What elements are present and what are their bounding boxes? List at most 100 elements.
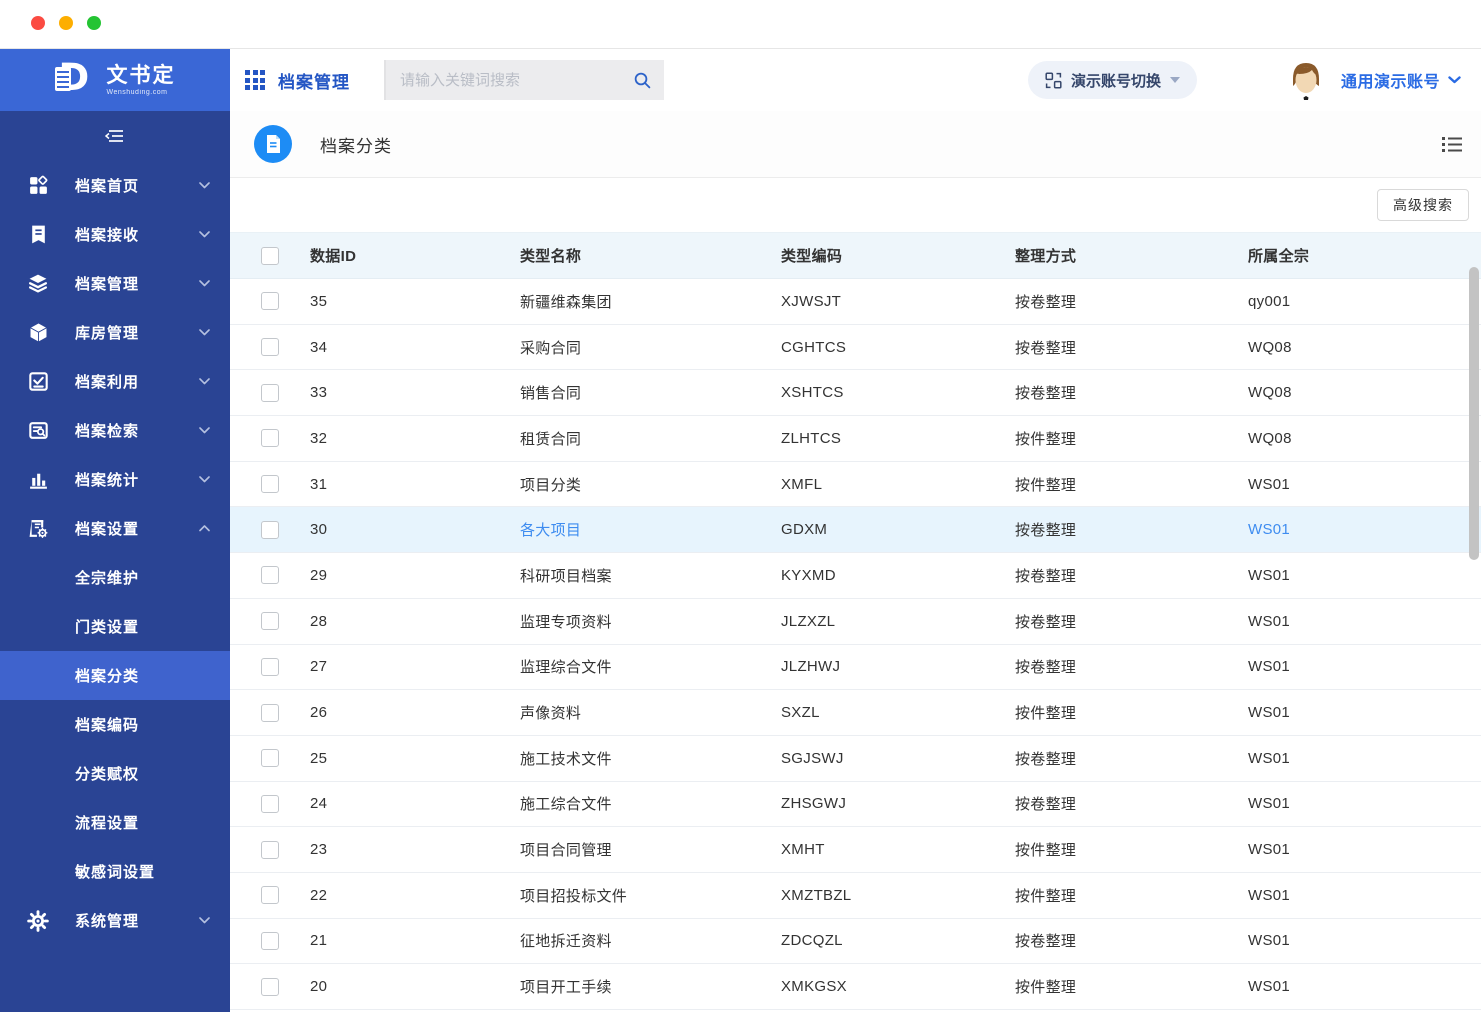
type-code: KYXMD <box>781 566 836 584</box>
sidebar-subitem[interactable]: 全宗维护 <box>0 553 230 602</box>
row-checkbox-cell <box>230 338 310 357</box>
sidebar-item[interactable]: 系统管理 <box>0 896 230 945</box>
sidebar-item[interactable]: 库房管理 <box>0 308 230 357</box>
type-name: 采购合同 <box>520 339 582 357</box>
table-row[interactable]: 32 租赁合同 ZLHTCS 按件整理 WQ08 <box>230 416 1481 462</box>
type-name: 科研项目档案 <box>520 567 612 585</box>
row-checkbox-cell <box>230 977 310 996</box>
row-checkbox[interactable] <box>261 977 279 996</box>
list-view-button[interactable] <box>1441 135 1481 154</box>
doc-gear-icon <box>27 518 49 540</box>
sidebar-item[interactable]: 档案检索 <box>0 406 230 455</box>
fonds-link[interactable]: WS01 <box>1248 521 1481 538</box>
account-menu[interactable]: 通用演示账号 <box>1341 68 1461 92</box>
row-id: 31 <box>310 475 328 493</box>
row-checkbox[interactable] <box>261 657 279 676</box>
table-row[interactable]: 24 施工综合文件 ZHSGWJ 按卷整理 WS01 <box>230 782 1481 828</box>
row-checkbox[interactable] <box>261 703 279 722</box>
sidebar-item[interactable]: 档案统计 <box>0 455 230 504</box>
row-checkbox-cell <box>230 520 310 539</box>
table-row[interactable]: 34 采购合同 CGHTCS 按卷整理 WQ08 <box>230 325 1481 371</box>
chevron-down-icon <box>199 427 210 434</box>
sidebar-subitem[interactable]: 分类赋权 <box>0 749 230 798</box>
method: 按卷整理 <box>1015 796 1077 814</box>
vertical-scrollbar[interactable] <box>1469 267 1479 560</box>
search-icon[interactable] <box>633 71 652 90</box>
user-avatar[interactable] <box>1287 59 1325 101</box>
type-name: 监理专项资料 <box>520 613 612 631</box>
table-row[interactable]: 20 项目开工手续 XMKGSX 按件整理 WS01 <box>230 964 1481 1010</box>
row-id: 33 <box>310 384 328 402</box>
table-row[interactable]: 31 项目分类 XMFL 按件整理 WS01 <box>230 462 1481 508</box>
row-id: 27 <box>310 658 328 676</box>
table-row[interactable]: 30 各大项目 GDXM 按卷整理 WS01 <box>230 507 1481 554</box>
sidebar-item[interactable]: 档案接收 <box>0 210 230 259</box>
table-row[interactable]: 28 监理专项资料 JLZXZL 按卷整理 WS01 <box>230 599 1481 645</box>
row-id: 22 <box>310 886 328 904</box>
row-checkbox[interactable] <box>261 840 279 859</box>
table-row[interactable]: 23 项目合同管理 XMHT 按件整理 WS01 <box>230 827 1481 873</box>
sidebar-item[interactable]: 档案管理 <box>0 259 230 308</box>
chevron-down-icon <box>199 476 210 483</box>
sidebar-subitem[interactable]: 档案编码 <box>0 700 230 749</box>
type-code: XJWSJT <box>781 292 842 310</box>
sidebar-item-label: 档案检索 <box>75 423 140 440</box>
sidebar-item-label: 档案接收 <box>75 227 140 244</box>
row-checkbox[interactable] <box>261 612 279 631</box>
fonds: WS01 <box>1248 612 1291 630</box>
row-checkbox[interactable] <box>261 338 279 357</box>
table-row[interactable]: 26 声像资料 SXZL 按件整理 WS01 <box>230 690 1481 736</box>
table-row[interactable]: 29 科研项目档案 KYXMD 按卷整理 WS01 <box>230 553 1481 599</box>
sidebar-item[interactable]: 档案设置 <box>0 504 230 553</box>
sidebar-subitem[interactable]: 档案分类 <box>0 651 230 700</box>
row-checkbox[interactable] <box>261 931 279 950</box>
row-checkbox-cell <box>230 383 310 402</box>
window-close-button[interactable] <box>31 16 45 30</box>
chevron-down-icon <box>1448 76 1461 84</box>
search-input[interactable] <box>398 70 633 90</box>
sidebar-fold-button[interactable] <box>0 111 230 161</box>
row-checkbox[interactable] <box>261 429 279 448</box>
sidebar-item[interactable]: 档案首页 <box>0 161 230 210</box>
chevron-down-icon <box>199 231 210 238</box>
table-row[interactable]: 25 施工技术文件 SGJSWJ 按卷整理 WS01 <box>230 736 1481 782</box>
table-row[interactable]: 35 新疆维森集团 XJWSJT 按卷整理 qy001 <box>230 279 1481 325</box>
type-name-link[interactable]: 各大项目 <box>520 519 781 540</box>
row-checkbox[interactable] <box>261 475 279 494</box>
table-row[interactable]: 33 销售合同 XSHTCS 按卷整理 WQ08 <box>230 370 1481 417</box>
type-code: XMZTBZL <box>781 886 852 904</box>
window-zoom-button[interactable] <box>87 16 101 30</box>
apps-grid-icon[interactable] <box>245 70 265 90</box>
table-row[interactable]: 21 征地拆迁资料 ZDCQZL 按卷整理 WS01 <box>230 919 1481 965</box>
sidebar-item-label: 档案管理 <box>75 276 140 293</box>
page-title: 档案分类 <box>320 136 392 156</box>
avatar-icon <box>1292 63 1319 100</box>
menu-fold-icon <box>105 130 123 142</box>
sidebar: D 文书定 Wenshuding.com 档案首页档案接收档案管理库房管理 档案利… <box>0 49 230 1012</box>
demo-account-switch-button[interactable]: 演示账号切换 <box>1027 61 1197 99</box>
window-minimize-button[interactable] <box>59 16 73 30</box>
brand-logo[interactable]: D 文书定 Wenshuding.com <box>0 49 230 111</box>
method: 按件整理 <box>1015 430 1077 448</box>
row-checkbox[interactable] <box>261 292 279 311</box>
sidebar-subitem[interactable]: 敏感词设置 <box>0 847 230 896</box>
table-row[interactable]: 27 监理综合文件 JLZHWJ 按卷整理 WS01 <box>230 645 1481 691</box>
select-all-checkbox[interactable] <box>261 246 279 265</box>
row-checkbox[interactable] <box>261 794 279 813</box>
sidebar-subitem[interactable]: 门类设置 <box>0 602 230 651</box>
row-checkbox[interactable] <box>261 566 279 585</box>
fonds: WQ08 <box>1248 384 1292 402</box>
row-checkbox[interactable] <box>261 520 279 539</box>
method: 按卷整理 <box>1015 522 1077 540</box>
row-checkbox[interactable] <box>261 749 279 768</box>
caret-down-icon <box>1169 77 1180 83</box>
account-switch-icon <box>1045 71 1062 89</box>
sidebar-subitem[interactable]: 流程设置 <box>0 798 230 847</box>
home-grid-icon <box>27 175 49 197</box>
advanced-search-button[interactable]: 高级搜索 <box>1377 189 1469 221</box>
row-checkbox[interactable] <box>261 886 279 905</box>
table-row[interactable]: 22 项目招投标文件 XMZTBZL 按件整理 WS01 <box>230 873 1481 919</box>
row-id: 30 <box>310 521 328 539</box>
sidebar-item[interactable]: 档案利用 <box>0 357 230 406</box>
row-checkbox[interactable] <box>261 383 279 402</box>
